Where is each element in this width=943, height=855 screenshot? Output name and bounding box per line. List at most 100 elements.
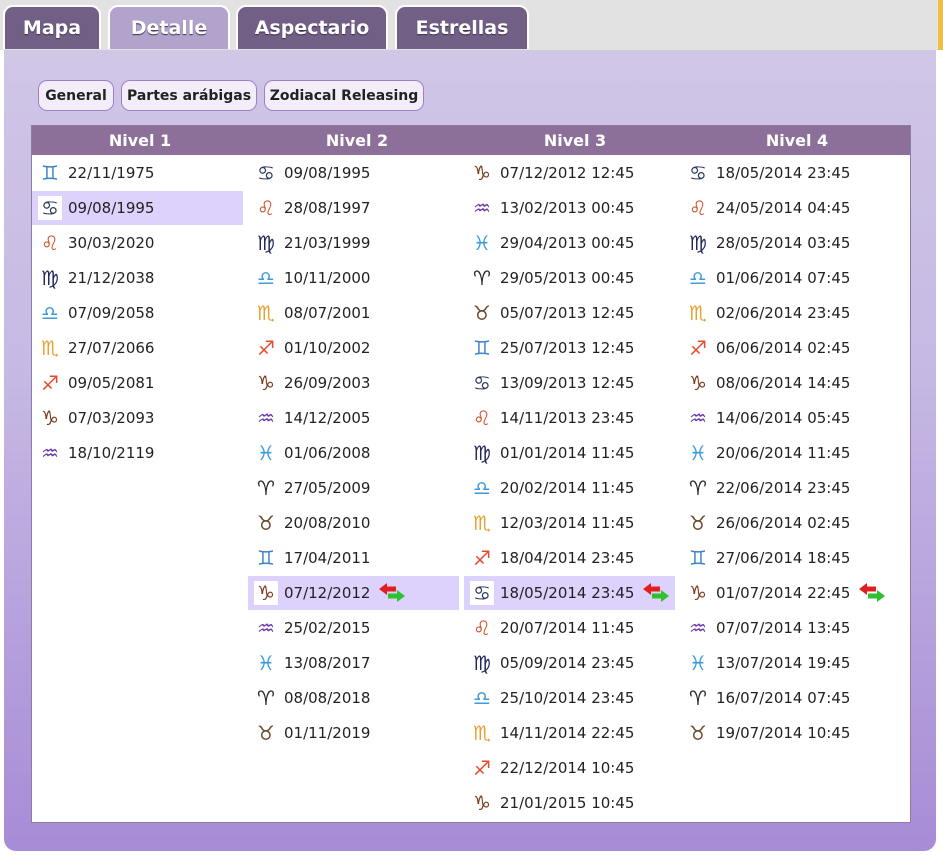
period-row[interactable]: ♎ 07/09/2058 — [32, 296, 243, 330]
tab-detalle[interactable]: Detalle — [108, 5, 230, 49]
period-row[interactable]: ♉ 26/06/2014 02:45 — [680, 506, 902, 540]
period-row[interactable]: ♋ 09/08/1995 — [32, 191, 243, 225]
period-row[interactable]: ♍ 28/05/2014 03:45 — [680, 226, 902, 260]
period-row[interactable]: ♏ 12/03/2014 11:45 — [464, 506, 675, 540]
period-row[interactable]: ♏ 08/07/2001 — [248, 296, 459, 330]
period-row[interactable]: ♊ 22/11/1975 — [32, 156, 243, 190]
capricorn-icon: ♑ — [689, 581, 707, 605]
period-row[interactable]: ♋ 13/09/2013 12:45 — [464, 366, 675, 400]
period-date: 07/12/2012 12:45 — [500, 164, 635, 182]
virgo-icon: ♍ — [41, 266, 59, 290]
period-date: 19/07/2014 10:45 — [716, 724, 851, 742]
period-row[interactable]: ♒ 13/02/2013 00:45 — [464, 191, 675, 225]
period-row[interactable]: ♐ 22/12/2014 10:45 — [464, 751, 675, 785]
period-row[interactable]: ♌ 20/07/2014 11:45 — [464, 611, 675, 645]
period-row[interactable]: ♈ 16/07/2014 07:45 — [680, 681, 902, 715]
period-row[interactable]: ♐ 18/04/2014 23:45 — [464, 541, 675, 575]
period-row[interactable]: ♎ 25/10/2014 23:45 — [464, 681, 675, 715]
tab-aspectario[interactable]: Aspectario — [236, 5, 388, 49]
period-row[interactable]: ♊ 27/06/2014 18:45 — [680, 541, 902, 575]
period-row[interactable]: ♌ 30/03/2020 — [32, 226, 243, 260]
period-row[interactable]: ♋ 18/05/2014 23:45 — [464, 576, 675, 610]
period-row[interactable]: ♊ 25/07/2013 12:45 — [464, 331, 675, 365]
period-date: 25/07/2013 12:45 — [500, 339, 635, 357]
period-row[interactable]: ♑ 21/01/2015 10:45 — [464, 786, 675, 820]
swap-arrows-icon[interactable] — [642, 583, 670, 603]
period-row[interactable]: ♑ 01/07/2014 22:45 — [680, 576, 902, 610]
pisces-icon: ♓ — [257, 651, 275, 675]
leo-icon: ♌ — [257, 196, 275, 220]
swap-arrows-icon[interactable] — [378, 583, 406, 603]
period-row[interactable]: ♑ 08/06/2014 14:45 — [680, 366, 902, 400]
subtab-general[interactable]: General — [38, 80, 114, 111]
period-row[interactable]: ♉ 05/07/2013 12:45 — [464, 296, 675, 330]
period-date: 13/02/2013 00:45 — [500, 199, 635, 217]
period-row[interactable]: ♓ 29/04/2013 00:45 — [464, 226, 675, 260]
period-row[interactable]: ♌ 24/05/2014 04:45 — [680, 191, 902, 225]
period-row[interactable]: ♑ 07/12/2012 — [248, 576, 459, 610]
period-row[interactable]: ♊ 17/04/2011 — [248, 541, 459, 575]
period-row[interactable]: ♉ 20/08/2010 — [248, 506, 459, 540]
aquarius-icon: ♒ — [689, 406, 707, 430]
period-row[interactable]: ♑ 07/12/2012 12:45 — [464, 156, 675, 190]
period-row[interactable]: ♈ 22/06/2014 23:45 — [680, 471, 902, 505]
period-row[interactable]: ♍ 05/09/2014 23:45 — [464, 646, 675, 680]
leo-icon: ♌ — [41, 231, 59, 255]
period-row[interactable]: ♓ 13/07/2014 19:45 — [680, 646, 902, 680]
period-row[interactable]: ♉ 19/07/2014 10:45 — [680, 716, 902, 750]
period-date: 01/07/2014 22:45 — [716, 584, 851, 602]
period-row[interactable]: ♋ 18/05/2014 23:45 — [680, 156, 902, 190]
period-date: 22/11/1975 — [68, 164, 155, 182]
tab-estrellas[interactable]: Estrellas — [395, 5, 529, 49]
period-row[interactable]: ♑ 07/03/2093 — [32, 401, 243, 435]
period-row[interactable]: ♓ 13/08/2017 — [248, 646, 459, 680]
period-row[interactable]: ♒ 07/07/2014 13:45 — [680, 611, 902, 645]
libra-icon: ♎ — [473, 686, 491, 710]
period-row[interactable]: ♒ 14/12/2005 — [248, 401, 459, 435]
cancer-icon: ♋ — [473, 371, 491, 395]
leo-icon: ♌ — [473, 406, 491, 430]
period-row[interactable]: ♐ 06/06/2014 02:45 — [680, 331, 902, 365]
tab-bar: Mapa Detalle Aspectario Estrellas — [0, 0, 943, 50]
period-row[interactable]: ♒ 14/06/2014 05:45 — [680, 401, 902, 435]
period-date: 14/12/2005 — [284, 409, 371, 427]
period-date: 21/03/1999 — [284, 234, 371, 252]
period-row[interactable]: ♐ 01/10/2002 — [248, 331, 459, 365]
period-date: 09/08/1995 — [68, 199, 155, 217]
period-row[interactable]: ♌ 28/08/1997 — [248, 191, 459, 225]
period-row[interactable]: ♑ 26/09/2003 — [248, 366, 459, 400]
subtab-zodiacal-releasing[interactable]: Zodiacal Releasing — [264, 80, 424, 111]
period-row[interactable]: ♎ 20/02/2014 11:45 — [464, 471, 675, 505]
period-date: 07/07/2014 13:45 — [716, 619, 851, 637]
period-row[interactable]: ♎ 10/11/2000 — [248, 261, 459, 295]
period-row[interactable]: ♏ 27/07/2066 — [32, 331, 243, 365]
period-row[interactable]: ♍ 01/01/2014 11:45 — [464, 436, 675, 470]
libra-icon: ♎ — [473, 476, 491, 500]
aries-icon: ♈ — [689, 686, 707, 710]
subtab-partes-arabigas[interactable]: Partes arábigas — [121, 80, 257, 111]
period-row[interactable]: ♒ 25/02/2015 — [248, 611, 459, 645]
period-row[interactable]: ♉ 01/11/2019 — [248, 716, 459, 750]
period-row[interactable]: ♎ 01/06/2014 07:45 — [680, 261, 902, 295]
period-row[interactable]: ♍ 21/12/2038 — [32, 261, 243, 295]
period-date: 10/11/2000 — [284, 269, 371, 287]
period-row[interactable]: ♏ 02/06/2014 23:45 — [680, 296, 902, 330]
period-row[interactable]: ♏ 14/11/2014 22:45 — [464, 716, 675, 750]
period-row[interactable]: ♈ 27/05/2009 — [248, 471, 459, 505]
tab-mapa[interactable]: Mapa — [3, 5, 101, 49]
period-row[interactable]: ♈ 29/05/2013 00:45 — [464, 261, 675, 295]
period-row[interactable]: ♐ 09/05/2081 — [32, 366, 243, 400]
period-row[interactable]: ♌ 14/11/2013 23:45 — [464, 401, 675, 435]
detail-panel: General Partes arábigas Zodiacal Releasi… — [4, 50, 936, 851]
period-row[interactable]: ♓ 01/06/2008 — [248, 436, 459, 470]
period-row[interactable]: ♍ 21/03/1999 — [248, 226, 459, 260]
period-row[interactable]: ♋ 09/08/1995 — [248, 156, 459, 190]
sagittarius-icon: ♐ — [473, 546, 491, 570]
period-row[interactable]: ♈ 08/08/2018 — [248, 681, 459, 715]
swap-arrows-icon[interactable] — [858, 583, 886, 603]
taurus-icon: ♉ — [257, 511, 275, 535]
aquarius-icon: ♒ — [257, 616, 275, 640]
period-date: 01/06/2008 — [284, 444, 371, 462]
period-row[interactable]: ♓ 20/06/2014 11:45 — [680, 436, 902, 470]
period-row[interactable]: ♒ 18/10/2119 — [32, 436, 243, 470]
